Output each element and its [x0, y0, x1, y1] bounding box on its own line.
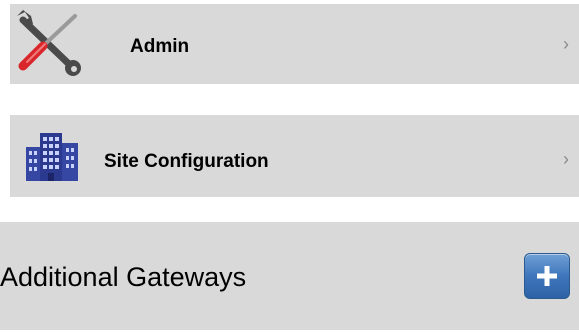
additional-gateways-label: Additional Gateways: [0, 262, 247, 292]
admin-label: Admin: [130, 36, 190, 57]
building-icon: [22, 131, 82, 183]
plus-icon: [537, 266, 557, 286]
admin-menu-item[interactable]: Admin ›: [10, 4, 579, 84]
site-configuration-label: Site Configuration: [104, 151, 269, 172]
tools-icon: [13, 10, 85, 76]
site-configuration-menu-item[interactable]: Site Configuration ›: [10, 115, 579, 197]
chevron-right-icon: ›: [563, 34, 569, 54]
chevron-right-icon: ›: [563, 149, 569, 169]
add-gateway-button[interactable]: [524, 253, 570, 299]
additional-gateways-header: Additional Gateways: [0, 222, 579, 330]
